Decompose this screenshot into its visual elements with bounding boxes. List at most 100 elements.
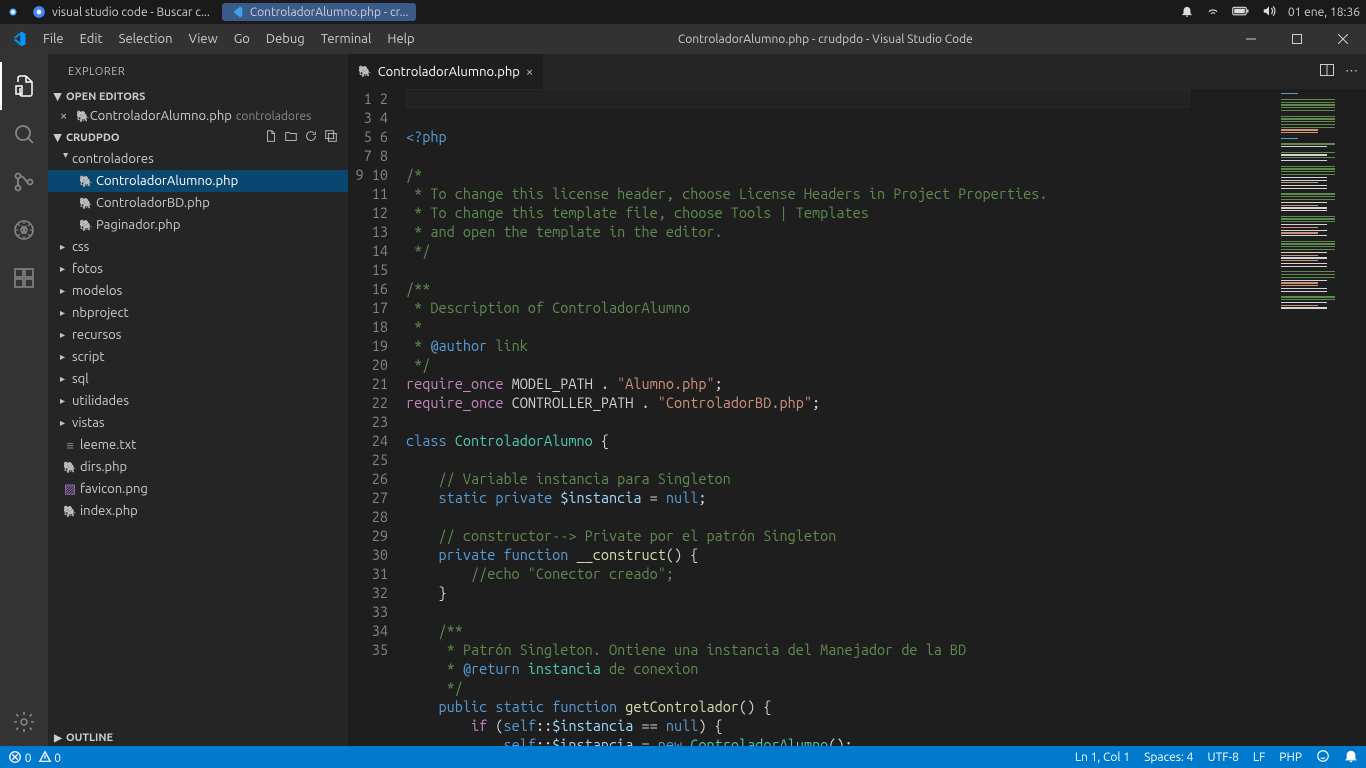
menu-go[interactable]: Go [226, 26, 258, 52]
tree-folder[interactable]: ▸fotos [48, 258, 348, 280]
tree-file[interactable]: 🐘 ControladorBD.php [48, 192, 348, 214]
tree-file[interactable]: ≡leeme.txt [48, 434, 348, 456]
tree-folder[interactable]: ▸modelos [48, 280, 348, 302]
tab-label: ControladorAlumno.php [378, 65, 520, 79]
folder-label: recursos [72, 328, 121, 342]
chevron-icon: ▸ [60, 373, 72, 385]
php-file-icon: 🐘 [60, 461, 80, 474]
new-folder-icon[interactable] [284, 129, 298, 146]
file-label: ControladorAlumno.php [96, 174, 238, 188]
menu-debug[interactable]: Debug [258, 26, 313, 52]
tree-file[interactable]: 🐘index.php [48, 500, 348, 522]
sidebar-title: EXPLORER [48, 54, 348, 89]
battery-icon[interactable] [1232, 5, 1250, 20]
file-label: leeme.txt [80, 438, 136, 452]
refresh-icon[interactable] [304, 129, 318, 146]
menu-edit[interactable]: Edit [72, 26, 111, 52]
menu-selection[interactable]: Selection [111, 26, 181, 52]
close-icon[interactable]: × [60, 109, 76, 123]
file-label: favicon.png [80, 482, 148, 496]
activity-extensions[interactable] [0, 254, 48, 302]
tree-folder[interactable]: ▸vistas [48, 412, 348, 434]
line-gutter: 1 2 3 4 5 6 7 8 9 10 11 12 13 14 15 16 1… [348, 89, 406, 746]
project-header[interactable]: ▶ CRUDPDO [48, 127, 348, 148]
tree-file[interactable]: 🐘 ControladorAlumno.php [48, 170, 348, 192]
new-file-icon[interactable] [264, 129, 278, 146]
status-encoding[interactable]: UTF-8 [1207, 751, 1238, 764]
activity-search[interactable] [0, 110, 48, 158]
status-eol[interactable]: LF [1253, 751, 1265, 764]
tab-active[interactable]: 🐘 ControladorAlumno.php × [348, 54, 543, 89]
status-bar: 0 0 Ln 1, Col 1 Spaces: 4 UTF-8 LF PHP [0, 746, 1366, 768]
tree-folder[interactable]: ▸nbproject [48, 302, 348, 324]
collapse-icon[interactable] [324, 129, 338, 146]
activity-settings[interactable] [0, 698, 48, 746]
menu-help[interactable]: Help [379, 26, 422, 52]
folder-label: nbproject [72, 306, 129, 320]
menu-view[interactable]: View [181, 26, 226, 52]
activity-bar [0, 54, 48, 746]
status-spaces[interactable]: Spaces: 4 [1144, 751, 1193, 764]
open-editor-dir: controladores [236, 110, 311, 123]
minimap[interactable] [1278, 89, 1366, 746]
editor: 🐘 ControladorAlumno.php × ⋯ 1 2 3 4 5 6 … [348, 54, 1366, 746]
status-language[interactable]: PHP [1279, 751, 1302, 764]
status-lncol[interactable]: Ln 1, Col 1 [1075, 751, 1130, 764]
close-button[interactable] [1320, 24, 1366, 54]
maximize-button[interactable] [1274, 24, 1320, 54]
menu-bar: File Edit Selection View Go Debug Termin… [35, 26, 423, 52]
open-editor-name: ControladorAlumno.php [90, 109, 232, 123]
activity-debug[interactable] [0, 206, 48, 254]
folder-label: sql [72, 372, 89, 386]
os-task-label: ControladorAlumno.php - cr... [250, 6, 409, 19]
tree-folder-controladores[interactable]: ▸ controladores [48, 148, 348, 170]
chevron-icon: ▸ [60, 351, 72, 363]
tree-folder[interactable]: ▸css [48, 236, 348, 258]
status-warnings[interactable]: 0 [38, 750, 62, 765]
chevron-icon: ▸ [60, 285, 72, 297]
wifi-icon[interactable] [1206, 4, 1220, 21]
text-file-icon: ≡ [60, 438, 80, 453]
volume-icon[interactable] [1262, 4, 1276, 21]
feedback-icon[interactable] [1316, 749, 1330, 766]
tree-folder[interactable]: ▸sql [48, 368, 348, 390]
tree-file[interactable]: ▨favicon.png [48, 478, 348, 500]
chevron-icon: ▸ [60, 307, 72, 319]
os-task-vscode[interactable]: ControladorAlumno.php - cr... [222, 3, 417, 21]
chevron-right-icon: ▶ [50, 732, 66, 744]
split-editor-icon[interactable] [1319, 62, 1335, 81]
menu-terminal[interactable]: Terminal [313, 26, 380, 52]
minimize-button[interactable] [1228, 24, 1274, 54]
activity-explorer[interactable] [0, 62, 48, 110]
tree-folder[interactable]: ▸recursos [48, 324, 348, 346]
outline-header[interactable]: ▶ OUTLINE [48, 730, 348, 746]
os-menu-icon[interactable] [6, 5, 20, 19]
os-clock[interactable]: 01 ene, 18:36 [1288, 6, 1360, 19]
code-content[interactable]: <?php /* * To change this license header… [406, 89, 1278, 746]
file-label: dirs.php [80, 460, 127, 474]
open-editor-item[interactable]: × 🐘 ControladorAlumno.php controladores [48, 105, 348, 127]
menu-file[interactable]: File [35, 26, 72, 52]
bell-icon[interactable] [1180, 4, 1194, 21]
os-task-chrome[interactable]: visual studio code - Buscar c... [24, 3, 218, 21]
activity-scm[interactable] [0, 158, 48, 206]
status-errors[interactable]: 0 [8, 750, 32, 765]
sidebar: EXPLORER ▶ OPEN EDITORS × 🐘 ControladorA… [48, 54, 348, 746]
php-file-icon: 🐘 [358, 65, 372, 78]
tree-file[interactable]: 🐘 Paginador.php [48, 214, 348, 236]
notifications-icon[interactable] [1344, 749, 1358, 766]
code-area[interactable]: 1 2 3 4 5 6 7 8 9 10 11 12 13 14 15 16 1… [348, 89, 1366, 746]
tree-folder[interactable]: ▸script [48, 346, 348, 368]
php-file-icon: 🐘 [60, 505, 80, 518]
folder-label: vistas [72, 416, 105, 430]
open-editors-header[interactable]: ▶ OPEN EDITORS [48, 89, 348, 105]
project-label: CRUDPDO [66, 132, 120, 144]
chevron-icon: ▸ [60, 395, 72, 407]
close-icon[interactable]: × [526, 65, 533, 79]
editor-tabs: 🐘 ControladorAlumno.php × ⋯ [348, 54, 1366, 89]
more-icon[interactable]: ⋯ [1345, 64, 1358, 79]
tree-file[interactable]: 🐘dirs.php [48, 456, 348, 478]
tree-folder[interactable]: ▸utilidades [48, 390, 348, 412]
chevron-down-icon: ▶ [52, 89, 64, 105]
file-tree: ▸ controladores 🐘 ControladorAlumno.php … [48, 148, 348, 522]
